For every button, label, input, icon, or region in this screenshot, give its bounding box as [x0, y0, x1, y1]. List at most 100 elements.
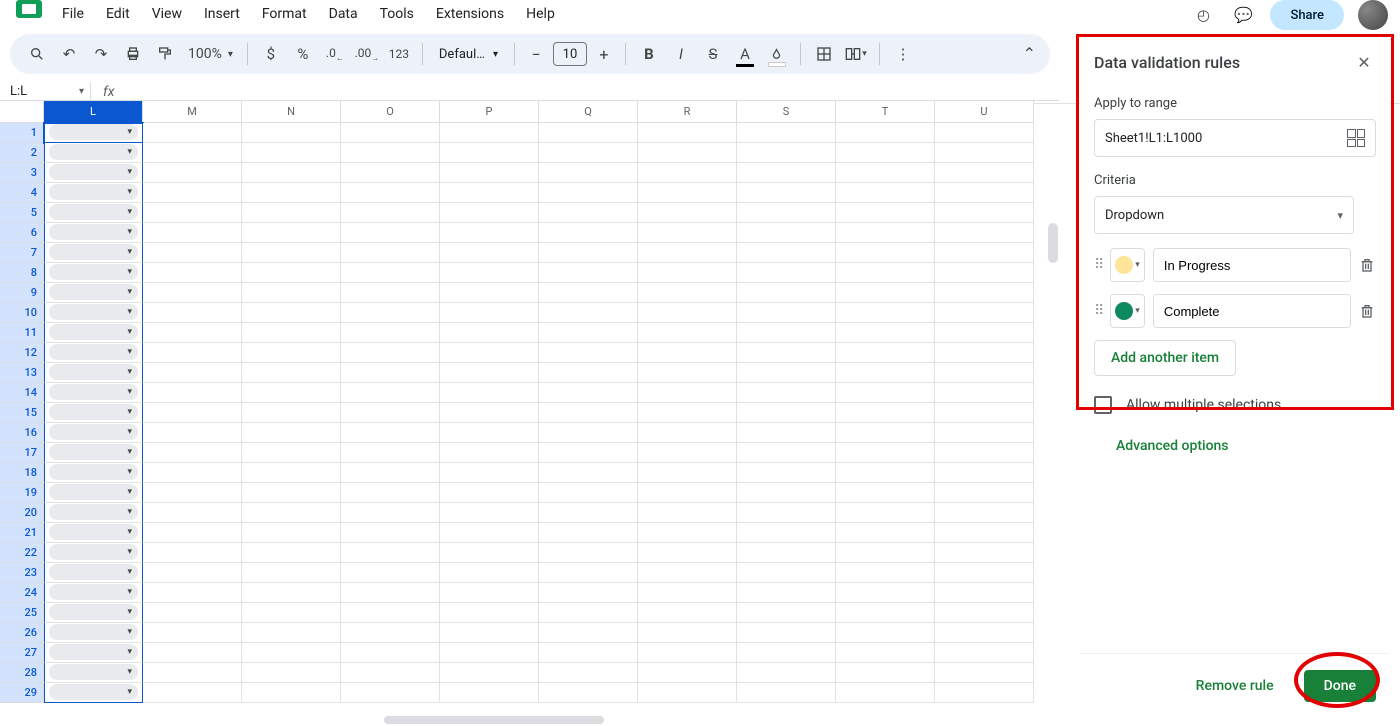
cell[interactable]	[44, 283, 143, 303]
cell[interactable]	[737, 503, 836, 523]
cell[interactable]	[638, 503, 737, 523]
advanced-options-button[interactable]: Advanced options	[1116, 438, 1376, 454]
cell[interactable]	[935, 623, 1034, 643]
delete-option-icon[interactable]	[1359, 257, 1376, 273]
cell[interactable]	[242, 683, 341, 703]
cell[interactable]	[242, 563, 341, 583]
cell[interactable]	[341, 203, 440, 223]
row-header[interactable]: 3	[0, 163, 44, 183]
column-header-P[interactable]: P	[440, 101, 539, 123]
cell[interactable]	[638, 683, 737, 703]
cell[interactable]	[836, 123, 935, 143]
cell[interactable]	[44, 563, 143, 583]
cell[interactable]	[242, 623, 341, 643]
cell[interactable]	[440, 343, 539, 363]
dropdown-chip[interactable]	[49, 224, 138, 240]
increase-font-button[interactable]: +	[593, 43, 615, 65]
cell[interactable]	[539, 263, 638, 283]
cell[interactable]	[143, 543, 242, 563]
cell[interactable]	[440, 283, 539, 303]
cell[interactable]	[539, 543, 638, 563]
cell[interactable]	[935, 683, 1034, 703]
cell[interactable]	[935, 343, 1034, 363]
cell[interactable]	[836, 223, 935, 243]
row-header[interactable]: 11	[0, 323, 44, 343]
row-header[interactable]: 13	[0, 363, 44, 383]
row-header[interactable]: 26	[0, 623, 44, 643]
cell[interactable]	[935, 463, 1034, 483]
column-header-O[interactable]: O	[341, 101, 440, 123]
cell[interactable]	[143, 483, 242, 503]
cell[interactable]	[44, 203, 143, 223]
cell[interactable]	[242, 203, 341, 223]
cell[interactable]	[341, 383, 440, 403]
cell[interactable]	[935, 163, 1034, 183]
cell[interactable]	[935, 563, 1034, 583]
column-header-U[interactable]: U	[935, 101, 1034, 123]
dropdown-chip[interactable]	[49, 684, 138, 700]
cell[interactable]	[638, 523, 737, 543]
cell[interactable]	[44, 223, 143, 243]
cell[interactable]	[935, 583, 1034, 603]
dropdown-chip[interactable]	[49, 204, 138, 220]
cell[interactable]	[539, 503, 638, 523]
dropdown-chip[interactable]	[49, 664, 138, 680]
cell[interactable]	[341, 423, 440, 443]
cell[interactable]	[539, 583, 638, 603]
cell[interactable]	[836, 603, 935, 623]
column-header-N[interactable]: N	[242, 101, 341, 123]
cell[interactable]	[737, 563, 836, 583]
cell[interactable]	[440, 383, 539, 403]
select-all-corner[interactable]	[0, 101, 44, 123]
cell[interactable]	[242, 343, 341, 363]
cell[interactable]	[737, 683, 836, 703]
cell[interactable]	[836, 643, 935, 663]
cell[interactable]	[341, 523, 440, 543]
cell[interactable]	[440, 463, 539, 483]
cell[interactable]	[440, 203, 539, 223]
cell[interactable]	[143, 643, 242, 663]
cell[interactable]	[737, 523, 836, 543]
cell[interactable]	[341, 223, 440, 243]
dropdown-chip[interactable]	[49, 284, 138, 300]
row-header[interactable]: 29	[0, 683, 44, 703]
cell[interactable]	[341, 503, 440, 523]
dropdown-chip[interactable]	[49, 524, 138, 540]
cell[interactable]	[638, 163, 737, 183]
cell[interactable]	[935, 383, 1034, 403]
cell[interactable]	[836, 523, 935, 543]
cell[interactable]	[737, 163, 836, 183]
cell[interactable]	[638, 183, 737, 203]
text-color-button[interactable]: A	[732, 41, 758, 67]
cell[interactable]	[935, 143, 1034, 163]
cell[interactable]	[242, 283, 341, 303]
cell[interactable]	[737, 243, 836, 263]
cell[interactable]	[44, 683, 143, 703]
cell[interactable]	[737, 323, 836, 343]
cell[interactable]	[935, 323, 1034, 343]
cell[interactable]	[440, 583, 539, 603]
cell[interactable]	[638, 263, 737, 283]
cell[interactable]	[242, 643, 341, 663]
row-header[interactable]: 20	[0, 503, 44, 523]
dropdown-chip[interactable]	[49, 144, 138, 160]
column-header-M[interactable]: M	[143, 101, 242, 123]
merge-button[interactable]: ▾	[843, 41, 869, 67]
cell[interactable]	[539, 383, 638, 403]
row-header[interactable]: 4	[0, 183, 44, 203]
cell[interactable]	[836, 443, 935, 463]
cell[interactable]	[341, 263, 440, 283]
cell[interactable]	[242, 663, 341, 683]
cell[interactable]	[539, 223, 638, 243]
cell[interactable]	[440, 483, 539, 503]
cell[interactable]	[935, 443, 1034, 463]
row-header[interactable]: 28	[0, 663, 44, 683]
cell[interactable]	[638, 203, 737, 223]
more-formats-button[interactable]: 123	[386, 41, 412, 67]
cell[interactable]	[836, 463, 935, 483]
cell[interactable]	[638, 423, 737, 443]
cell[interactable]	[44, 263, 143, 283]
cell[interactable]	[143, 223, 242, 243]
cell[interactable]	[143, 323, 242, 343]
cell[interactable]	[341, 363, 440, 383]
